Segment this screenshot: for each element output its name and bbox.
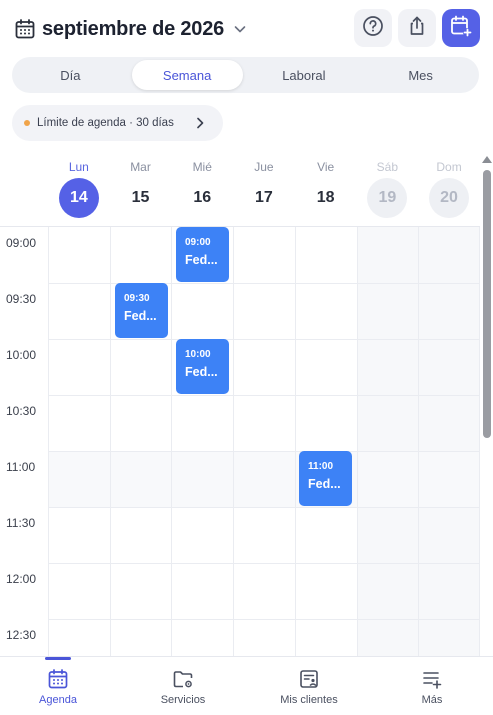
grid-line [48,563,480,564]
day-column-header-sun[interactable]: Dom 20 [418,152,480,226]
day-number: 20 [429,178,470,218]
tab-dia[interactable]: Día [15,60,126,90]
add-event-icon [449,14,473,43]
time-label: 12:30 [6,628,37,642]
active-indicator [45,657,71,660]
grid-line [48,283,480,284]
event-time: 09:30 [124,293,150,304]
week-grid[interactable]: 09:00 09:30 10:00 10:30 11:00 11:30 12:0… [0,226,480,656]
day-column-header-tue[interactable]: Mar 15 [110,152,172,226]
day-column-header-thu[interactable]: Jue 17 [233,152,295,226]
day-number: 14 [58,178,99,218]
day-name: Mar [130,160,151,174]
agenda-limit-label: Límite de agenda · 30 días [37,117,174,129]
nav-item-servicios[interactable]: Servicios [147,657,219,715]
help-button[interactable] [354,9,392,47]
event-card[interactable]: 11:00 Fed... [299,451,352,506]
time-label: 11:00 [6,460,36,474]
nav-item-agenda[interactable]: Agenda [22,657,94,715]
day-number: 17 [255,189,273,206]
grid-line [48,227,49,656]
day-name: Vie [317,160,335,174]
agenda-limit-chip[interactable]: Límite de agenda · 30 días [12,105,223,141]
time-label: 12:00 [6,572,37,586]
grid-line [109,227,111,656]
event-time: 10:00 [185,349,211,360]
time-label: 09:00 [6,236,37,250]
grid-line [48,395,480,396]
day-number: 18 [316,189,335,206]
more-list-icon [421,668,443,690]
calendar-icon [47,668,69,690]
day-name: Sáb [376,160,399,174]
week-days-header: Lun 14 Mar 15 Mié 16 Jue 17 Vie 18 Sáb 1… [48,152,480,226]
grid-line [171,227,173,656]
time-label: 10:00 [6,348,37,362]
nav-label: Más [421,694,443,706]
day-name: Mié [192,160,212,174]
grid-line [48,451,480,452]
event-time: 09:00 [185,237,211,248]
grid-line [233,227,235,656]
client-card-icon [298,668,320,690]
day-column-header-fri[interactable]: Vie 18 [295,152,357,226]
day-number: 19 [367,178,408,218]
day-column-header-wed[interactable]: Mié 16 [171,152,233,226]
status-dot [24,120,30,126]
grid-line [48,507,480,508]
grid-line [479,227,480,656]
app-header: septiembre de 2026 [0,0,493,56]
event-card[interactable]: 09:30 Fed... [115,283,168,338]
time-label: 11:30 [6,516,36,530]
day-number: 16 [193,189,212,206]
time-label: 09:30 [6,292,37,306]
chevron-right-icon [193,116,207,130]
grid-line [356,227,358,656]
month-selector[interactable]: septiembre de 2026 [14,14,248,44]
day-number: 15 [131,189,150,206]
folder-settings-icon [172,668,194,690]
time-label: 10:30 [6,404,37,418]
nav-item-mis-clientes[interactable]: Mis clientes [270,657,348,715]
grid-line [48,339,480,340]
share-icon [406,15,428,42]
bottom-navigation: Agenda Servicios Mis clientes Más [0,656,493,715]
day-name: Jue [254,160,274,174]
event-card[interactable]: 09:00 Fed... [176,227,229,282]
day-name: Lun [68,160,89,174]
page-title: septiembre de 2026 [42,17,225,40]
grid-line [294,227,296,656]
day-name: Dom [436,160,462,174]
grid-line [48,619,480,620]
chevron-down-icon[interactable] [232,21,248,37]
nav-label: Servicios [160,694,206,706]
event-title: Fed... [185,365,218,379]
share-button[interactable] [398,9,436,47]
scroll-up-arrow-icon[interactable] [482,156,492,163]
nav-label: Agenda [39,694,77,706]
nav-item-mas[interactable]: Más [404,657,460,715]
view-tabs: Día Semana Laboral Mes [12,57,479,93]
day-column-header-sat[interactable]: Sáb 19 [357,152,419,226]
past-slot-shading [48,451,480,507]
event-title: Fed... [124,309,157,323]
event-time: 11:00 [308,461,334,472]
grid-line [418,227,420,656]
calendar-icon [14,18,36,40]
event-title: Fed... [185,253,218,267]
tab-mes[interactable]: Mes [365,60,476,90]
scrollbar[interactable] [482,156,492,656]
help-icon [362,15,384,42]
event-title: Fed... [308,477,341,491]
event-card[interactable]: 10:00 Fed... [176,339,229,394]
day-column-header-mon[interactable]: Lun 14 [48,152,110,226]
tab-semana[interactable]: Semana [131,60,243,90]
scrollbar-thumb[interactable] [483,170,491,438]
tab-laboral[interactable]: Laboral [249,60,360,90]
nav-label: Mis clientes [280,694,338,706]
add-event-button[interactable] [442,9,480,47]
